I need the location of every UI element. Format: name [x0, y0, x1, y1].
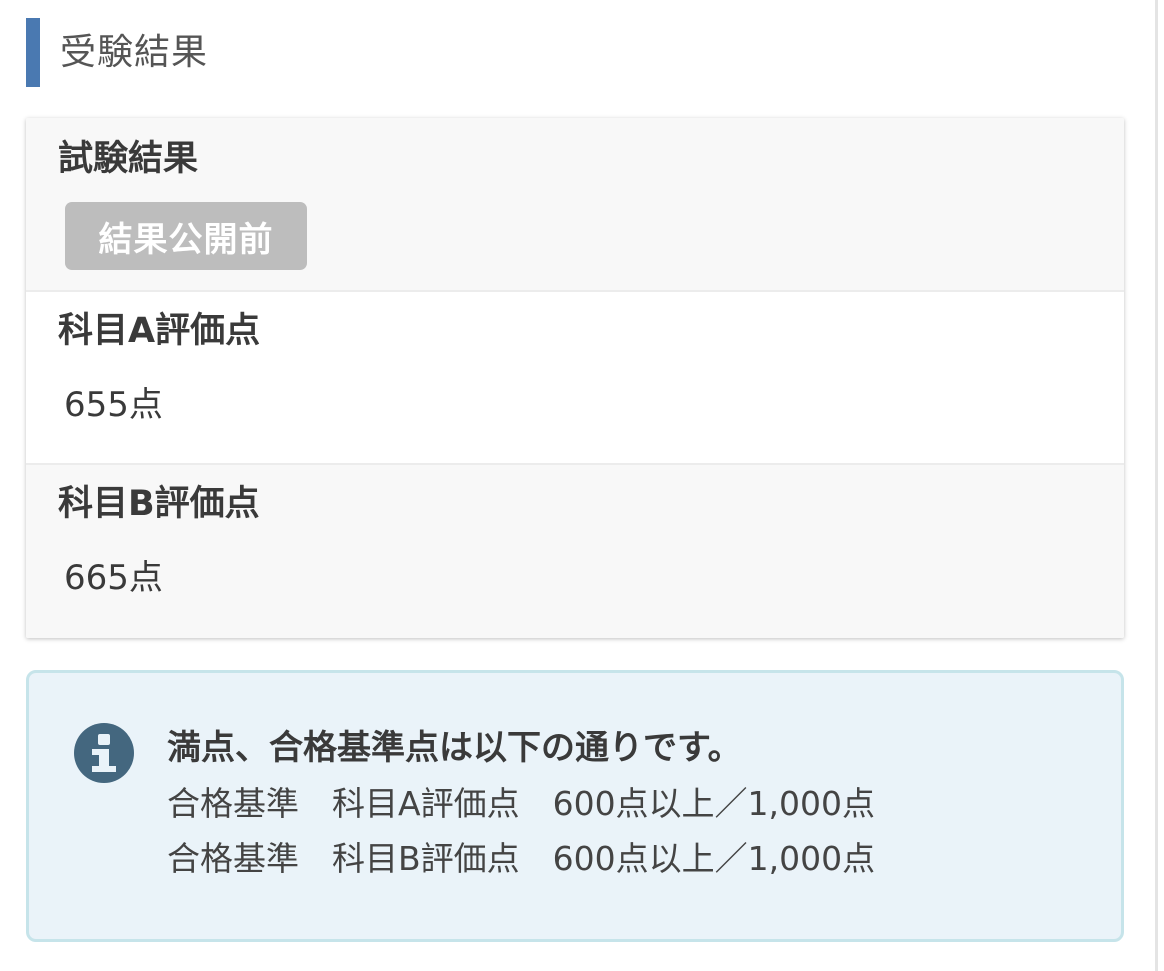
info-title: 満点、合格基準点は以下の通りです。: [167, 728, 742, 768]
subject-b-row: 科目B評価点 665点: [26, 465, 1124, 638]
passing-criteria-b: 合格基準 科目B評価点 600点以上／1,000点: [167, 839, 876, 878]
exam-result-row: 試験結果 結果公開前: [26, 118, 1124, 292]
section-title: 受験結果: [60, 31, 209, 73]
subject-a-score: 655点: [64, 385, 163, 425]
status-badge: 結果公開前: [65, 202, 307, 270]
heading-accent-bar: [26, 18, 40, 87]
passing-criteria-a: 合格基準 科目A評価点 600点以上／1,000点: [167, 784, 876, 823]
info-icon: [74, 723, 134, 783]
subject-a-label: 科目A評価点: [58, 311, 261, 351]
subject-a-row: 科目A評価点 655点: [26, 292, 1124, 465]
subject-b-label: 科目B評価点: [58, 484, 260, 524]
info-text: 満点、合格基準点は以下の通りです。 合格基準 科目A評価点 600点以上／1,0…: [167, 731, 875, 897]
page-right-border: [1155, 0, 1158, 971]
section-heading: 受験結果: [26, 18, 208, 87]
exam-result-label: 試験結果: [58, 139, 199, 179]
info-box: 満点、合格基準点は以下の通りです。 合格基準 科目A評価点 600点以上／1,0…: [26, 670, 1124, 942]
subject-b-score: 665点: [64, 558, 163, 598]
results-card: 試験結果 結果公開前 科目A評価点 655点 科目B評価点 665点: [26, 118, 1124, 638]
